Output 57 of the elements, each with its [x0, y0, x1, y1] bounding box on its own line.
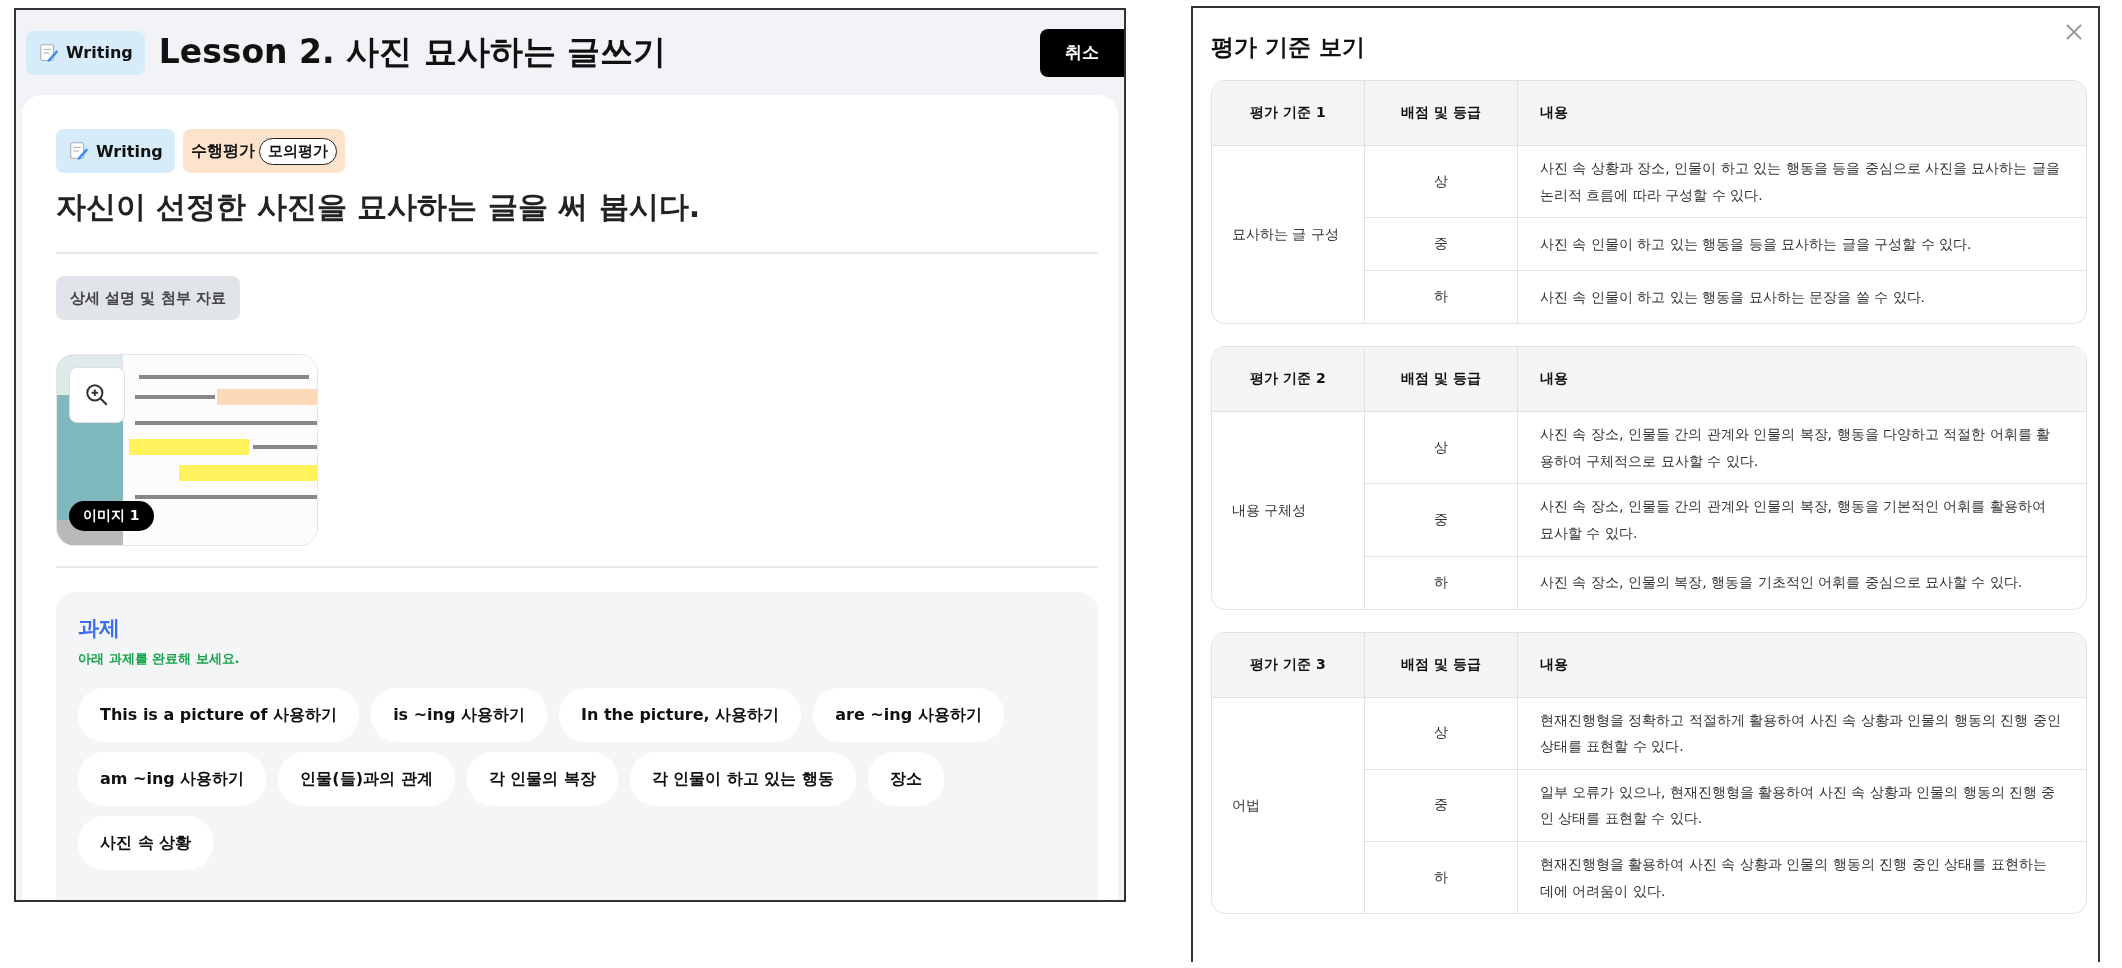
task-chip: 장소: [867, 752, 944, 806]
column-header: 내용: [1518, 347, 2086, 413]
zoom-in-icon: [84, 382, 110, 408]
table-cell: 중: [1365, 768, 1518, 841]
column-header: 배점 및 등급: [1365, 81, 1518, 146]
notepad-pencil-icon: [68, 140, 90, 162]
task-chip: This is a picture of 사용하기: [78, 688, 360, 742]
table-cell: 사진 속 장소, 인물의 복장, 행동을 기초적인 어휘를 중심으로 묘사할 수 있다.: [1518, 555, 2086, 609]
table-cell: 중: [1365, 217, 1518, 271]
table-cell: 사진 속 장소, 인물들 간의 관계와 인물의 복장, 행동을 기본적인 어휘를 활용하여 묘사할 수 있다.: [1518, 483, 2086, 556]
cancel-button[interactable]: 취소: [1040, 28, 1124, 77]
lesson-title: Lesson 2. 사진 묘사하는 글쓰기: [158, 31, 668, 73]
column-header: 평가 기준 2: [1212, 347, 1365, 413]
table-cell: 묘사하는 글 구성: [1212, 146, 1365, 324]
task-chip: 각 인물의 복장: [466, 752, 618, 806]
task-title: 과제: [78, 615, 121, 642]
table-cell: 현재진행형을 활용하여 사진 속 상황과 인물의 행동의 진행 중인 상태를 표현하는 데에 어려움이 있다.: [1518, 840, 2086, 914]
badge-label: Writing: [66, 43, 133, 62]
column-header: 배점 및 등급: [1365, 347, 1518, 413]
table-cell: 사진 속 인물이 하고 있는 행동을 묘사하는 문장을 쓸 수 있다.: [1518, 270, 2086, 324]
mock-tag: 모의평가: [258, 137, 337, 165]
task-chip: is ~ing 사용하기: [371, 688, 547, 742]
prompt-text: 자신이 선정한 사진을 묘사하는 글을 써 봅시다.: [56, 188, 702, 226]
details-button[interactable]: 상세 설명 및 첨부 자료: [56, 276, 240, 320]
table-cell: 하: [1365, 840, 1518, 914]
badge-label: 수행평가: [190, 140, 255, 162]
zoom-in-button[interactable]: [69, 367, 125, 423]
dialog-title: 평가 기준 보기: [1211, 33, 1365, 62]
table-cell-text: 사진 속 상황과 장소, 인물이 하고 있는 행동을 등을 중심으로 사진을 묘사하는 글을 논리적 흐름에 따라 구성할 수 있다.: [1539, 159, 2061, 205]
table-cell: 상: [1365, 412, 1518, 484]
column-header: 내용: [1518, 632, 2086, 698]
task-chip: am ~ing 사용하기: [78, 752, 267, 806]
task-chip: In the picture, 사용하기: [559, 688, 802, 742]
table-cell: 사진 속 인물이 하고 있는 행동을 등을 묘사하는 글을 구성할 수 있다.: [1518, 217, 2086, 271]
table-cell: 일부 오류가 있으나, 현재진행형을 활용하여 사진 속 상황과 인물의 행동의 진행 중인 상태를 표현할 수 있다.: [1518, 768, 2086, 841]
table-cell: 하: [1365, 555, 1518, 609]
table-cell-text: 현재진행형을 정확하고 적절하게 활용하여 사진 속 상황과 인물의 행동의 진행 중인 상태를 표현할 수 있다.: [1539, 710, 2062, 757]
column-header: 평가 기준 3: [1212, 632, 1365, 698]
notepad-pencil-icon: [38, 41, 60, 64]
table-cell: 상: [1365, 697, 1518, 769]
task-chip: 사진 속 상황: [78, 816, 214, 870]
task-chip: 인물(들)과의 관계: [278, 752, 455, 806]
table-cell: 하: [1365, 270, 1518, 324]
task-chip: are ~ing 사용하기: [813, 688, 1004, 742]
table-cell: 내용 구체성: [1212, 412, 1365, 609]
table-cell: 상: [1365, 146, 1518, 218]
column-header: 배점 및 등급: [1365, 632, 1518, 698]
badge-label: Writing: [96, 141, 163, 161]
column-header: 평가 기준 1: [1212, 81, 1365, 146]
task-instruction: 아래 과제를 완료해 보세요.: [78, 650, 241, 668]
table-cell: 어법: [1212, 697, 1365, 914]
task-chip: 각 인물이 하고 있는 행동: [629, 752, 856, 806]
column-header: 내용: [1518, 81, 2086, 146]
table-cell: 중: [1365, 483, 1518, 556]
image-caption: 이미지 1: [69, 501, 154, 531]
table-cell-text: 사진 속 장소, 인물들 간의 관계와 인물의 복장, 행동을 다양하고 적절한 어휘를 활용하여 구체적으로 묘사할 수 있다.: [1539, 425, 2052, 471]
close-icon: [2064, 22, 2084, 42]
